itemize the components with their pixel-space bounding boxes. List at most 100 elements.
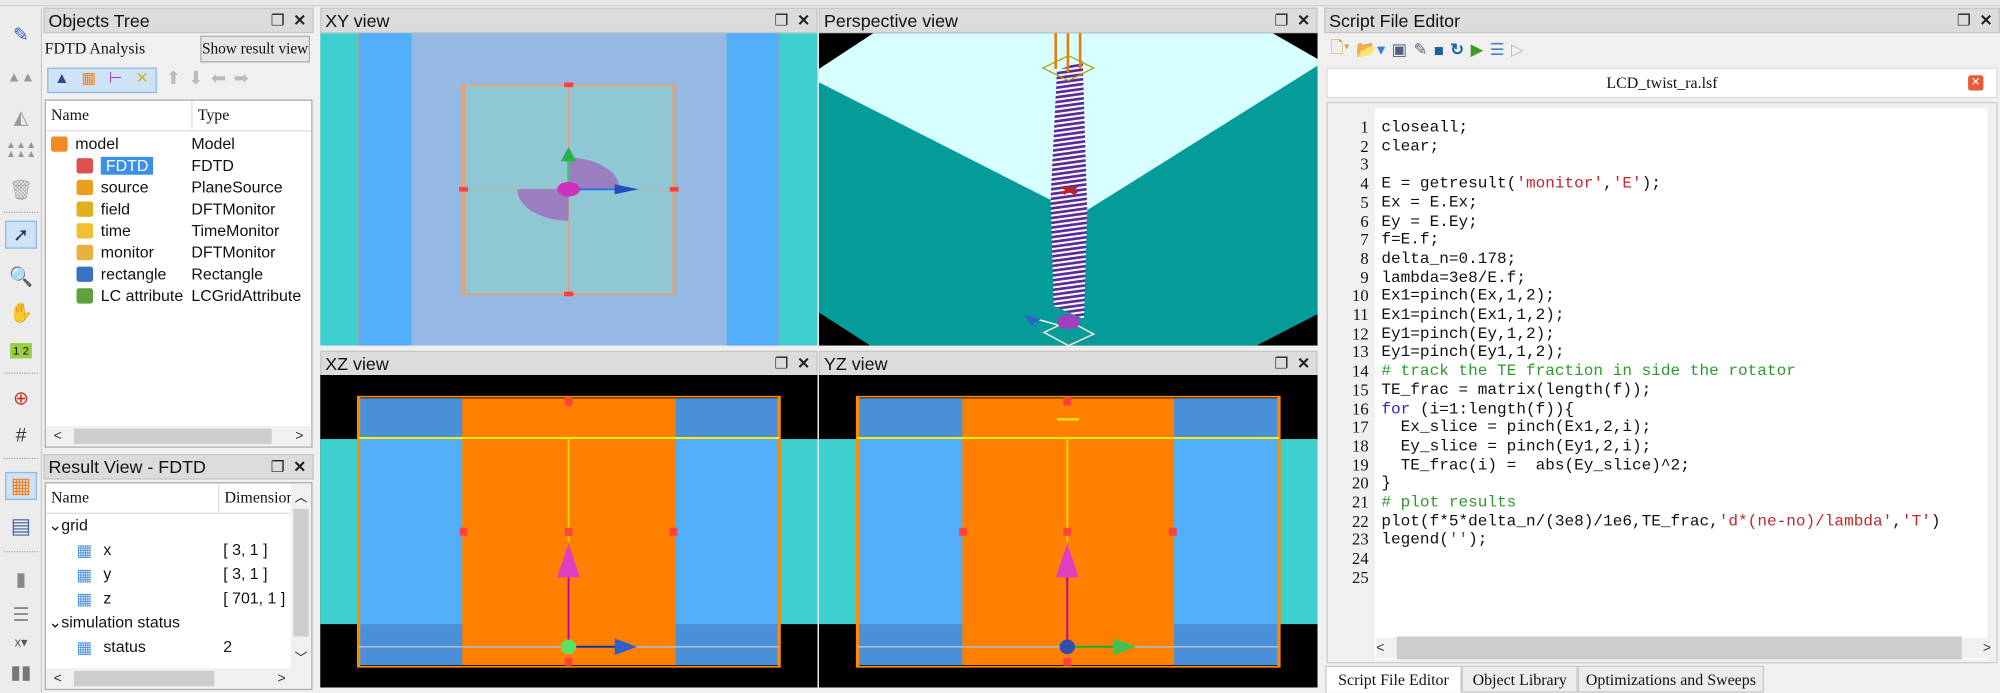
result-row[interactable]: ▦ z [ 701, 1 ]	[46, 588, 291, 610]
tree-item-model[interactable]: model Model	[46, 134, 311, 156]
code-line[interactable]: Ex_slice = pinch(Ex1,2,i);	[1381, 419, 1652, 438]
vertical-scrollbar[interactable]: ︿ ﹀	[290, 483, 312, 669]
tree-item-rectangle[interactable]: rectangle Rectangle	[46, 264, 311, 286]
origin-marker-icon[interactable]	[1059, 639, 1075, 655]
save-folder-icon[interactable]: ■	[1434, 40, 1444, 59]
close-icon[interactable]: ✕	[1297, 352, 1310, 376]
tree-item-time[interactable]: time TimeMonitor	[46, 221, 311, 243]
new-file-icon[interactable]: 🗋▾	[1330, 36, 1349, 64]
tree-item-field[interactable]: field DFTMonitor	[46, 199, 311, 221]
horizontal-scrollbar[interactable]: < >	[1376, 636, 1991, 660]
float-icon[interactable]: ❐	[1275, 352, 1289, 376]
code-line[interactable]: lambda=3e8/E.f;	[1381, 269, 1526, 288]
expand-chevron-icon[interactable]: ⌄	[48, 612, 61, 634]
double-triangle-icon[interactable]: ▲▲	[5, 64, 37, 92]
run-script-icon[interactable]: ▶	[1471, 40, 1484, 60]
bar-icon[interactable]: ▮	[5, 565, 37, 593]
file-tab[interactable]: LCD_twist_ra.lsf ✕	[1326, 67, 1998, 99]
float-icon[interactable]: ❐	[775, 9, 789, 33]
column-name[interactable]: Name	[51, 483, 89, 512]
next-icon[interactable]: ▷	[1511, 40, 1524, 60]
code-line[interactable]: plot(f*5*delta_n/(3e8)/1e6,TE_frac,'d*(n…	[1381, 512, 1940, 531]
code-line[interactable]: Ey1=pinch(Ey1,1,2);	[1381, 344, 1564, 363]
float-icon[interactable]: ❐	[775, 352, 789, 376]
right-arrow-icon[interactable]: ➡	[234, 68, 257, 88]
code-line[interactable]: Ex1=pinch(Ex,1,2);	[1381, 287, 1555, 306]
expand-chevron-icon[interactable]: ⌄	[48, 515, 61, 537]
bars-icon[interactable]: ▮▮	[5, 658, 37, 686]
column-type[interactable]: Type	[191, 100, 229, 131]
result-row[interactable]: ▦ status 2	[46, 636, 291, 658]
xy-view-canvas[interactable]	[320, 33, 818, 346]
origin-marker-icon[interactable]	[560, 639, 577, 655]
pencil-icon[interactable]: ✎	[5, 20, 37, 48]
result-group[interactable]: ⌄ grid	[46, 515, 291, 537]
code-line[interactable]: closeall;	[1381, 119, 1468, 138]
code-line[interactable]: legend('');	[1381, 531, 1487, 550]
tree-item-monitor[interactable]: monitor DFTMonitor	[46, 242, 311, 264]
float-icon[interactable]: ❐	[1957, 9, 1971, 33]
trash-icon[interactable]: 🗑	[5, 176, 37, 204]
code-line[interactable]: # plot results	[1381, 494, 1516, 513]
code-line[interactable]: }	[1381, 475, 1391, 494]
code-line[interactable]: Ey_slice = pinch(Ey1,2,i);	[1381, 437, 1652, 456]
origin-sphere-icon[interactable]	[557, 181, 581, 197]
tab-script-file-editor[interactable]: Script File Editor	[1325, 665, 1462, 693]
close-icon[interactable]: ✕	[797, 9, 810, 33]
save-as-icon[interactable]: ✎	[1414, 40, 1428, 60]
left-arrow-icon[interactable]: ⬅	[211, 68, 234, 88]
code-line[interactable]: E = getresult('monitor','E');	[1381, 175, 1661, 194]
column-name[interactable]: Name	[51, 101, 89, 130]
hand-icon[interactable]: ✋	[5, 298, 37, 326]
select-arrow-icon[interactable]: ➚	[5, 220, 37, 249]
add-structure-icon[interactable]: ▲	[48, 69, 75, 92]
float-icon[interactable]: ❐	[271, 9, 285, 33]
code-line[interactable]: f=E.f;	[1381, 231, 1439, 250]
align-icon[interactable]: ☰	[5, 601, 37, 629]
close-icon[interactable]: ✕	[1979, 9, 1992, 33]
pyramid-array-icon[interactable]: ▲▲▲ ▲▲▲	[5, 135, 37, 163]
ruler-icon[interactable]: 1 2	[5, 337, 37, 365]
xz-view-canvas[interactable]	[320, 374, 818, 688]
result-row[interactable]: ▦ y [ 3, 1 ]	[46, 564, 291, 586]
tab-optimizations-and-sweeps[interactable]: Optimizations and Sweeps	[1577, 665, 1765, 693]
magnifier-icon[interactable]: 🔍	[5, 263, 37, 291]
zoom-move-icon[interactable]: ⊕	[5, 384, 37, 412]
add-grid-icon[interactable]: ▦	[75, 69, 102, 92]
float-icon[interactable]: ❐	[271, 455, 285, 479]
float-icon[interactable]: ❐	[1275, 9, 1289, 33]
split-icon[interactable]: ☰	[1490, 40, 1505, 60]
refresh-icon[interactable]: ↻	[1450, 40, 1464, 60]
save-icon[interactable]: ▣	[1392, 40, 1408, 60]
tree-item-source[interactable]: source PlaneSource	[46, 177, 311, 199]
horizontal-scrollbar[interactable]: < >	[45, 668, 312, 689]
code-line[interactable]: Ey1=pinch(Ey,1,2);	[1381, 325, 1555, 344]
code-line[interactable]: TE_frac = matrix(length(f));	[1381, 381, 1651, 400]
close-icon[interactable]: ✕	[797, 352, 810, 376]
code-line[interactable]: Ey = E.Ey;	[1381, 212, 1477, 231]
up-arrow-icon[interactable]: ⬆	[166, 68, 189, 88]
code-line[interactable]: Ex = E.Ex;	[1381, 194, 1477, 213]
tab-object-library[interactable]: Object Library	[1461, 665, 1578, 693]
down-arrow-icon[interactable]: ⬇	[188, 68, 211, 88]
grid-icon[interactable]: ▦	[5, 471, 37, 500]
open-file-icon[interactable]: 📂▾	[1356, 40, 1385, 60]
code-line[interactable]: Ex1=pinch(Ex1,1,2);	[1381, 306, 1564, 325]
close-icon[interactable]: ✕	[293, 455, 306, 479]
result-row[interactable]: ▦ x [ 3, 1 ]	[46, 540, 291, 562]
code-line[interactable]: delta_n=0.178;	[1381, 250, 1516, 269]
tree-item-fdtd[interactable]: FDTD FDTD	[46, 156, 311, 178]
axis-dropdown-icon[interactable]: x ▾	[5, 629, 37, 657]
close-icon[interactable]: ✕	[293, 9, 306, 33]
close-file-icon[interactable]: ✕	[1968, 75, 1984, 91]
show-result-view-button[interactable]: Show result view	[200, 35, 310, 63]
result-group[interactable]: ⌄ simulation status	[46, 612, 291, 634]
close-icon[interactable]: ✕	[1297, 9, 1310, 33]
code-line[interactable]: # track the TE fraction in side the rota…	[1381, 362, 1796, 381]
grid-pencil-icon[interactable]: #	[5, 421, 37, 449]
code-line[interactable]: clear;	[1381, 137, 1439, 156]
horizontal-scrollbar[interactable]: < >	[45, 426, 312, 447]
calculator-icon[interactable]: ▤	[5, 513, 37, 541]
code-line[interactable]: TE_frac(i) = abs(Ey_slice)^2;	[1381, 456, 1690, 475]
yz-view-canvas[interactable]	[818, 374, 1318, 688]
